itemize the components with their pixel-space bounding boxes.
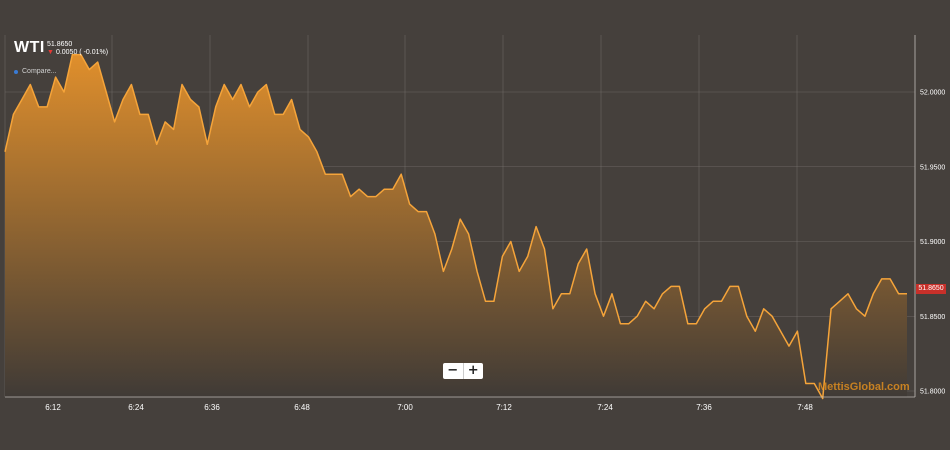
- compare-button[interactable]: Compare...: [14, 68, 57, 75]
- symbol-label: WTI: [14, 39, 45, 56]
- zoom-in-button[interactable]: +: [463, 363, 483, 379]
- compare-label: Compare...: [22, 68, 57, 75]
- price-chart: 52.0000 51.9500 51.9000 51.8500 51.8000 6:12…: [4, 35, 945, 412]
- down-arrow-icon: ▼: [47, 49, 54, 56]
- price-area: [4, 53, 907, 400]
- x-tick-label: 7:36: [696, 403, 712, 412]
- x-tick-label: 6:12: [45, 403, 61, 412]
- y-tick-label: 51.9500: [920, 164, 945, 171]
- x-tick-label: 6:36: [204, 403, 220, 412]
- x-tick-label: 6:48: [294, 403, 310, 412]
- y-tick-label: 52.0000: [920, 90, 945, 97]
- y-tick-label: 51.9000: [920, 239, 945, 246]
- y-tick-label: 51.8000: [920, 389, 945, 396]
- x-tick-label: 7:12: [496, 403, 512, 412]
- last-price: 51.8650: [47, 41, 73, 48]
- price-change: ▼ 0.0050 ( -0.01%): [47, 49, 108, 56]
- x-axis-ticks: 6:12 6:24 6:36 6:48 7:00 7:12 7:24 7:36 7:48: [45, 403, 813, 412]
- y-tick-label: 51.8500: [920, 314, 945, 321]
- x-tick-label: 7:24: [597, 403, 613, 412]
- x-tick-label: 7:48: [797, 403, 813, 412]
- x-tick-label: 7:00: [397, 403, 413, 412]
- price-area-fill: [5, 54, 907, 399]
- current-price-tag: 51.8650: [916, 284, 946, 294]
- compare-dot-icon: [14, 69, 18, 74]
- x-tick-label: 6:24: [128, 403, 144, 412]
- watermark: MettisGlobal.com: [818, 381, 910, 393]
- y-axis-ticks: 52.0000 51.9500 51.9000 51.8500 51.8000: [920, 90, 945, 396]
- zoom-out-button[interactable]: −: [443, 363, 463, 379]
- change-value: 0.0050 ( -0.01%): [55, 49, 109, 56]
- zoom-controls: − +: [443, 363, 483, 379]
